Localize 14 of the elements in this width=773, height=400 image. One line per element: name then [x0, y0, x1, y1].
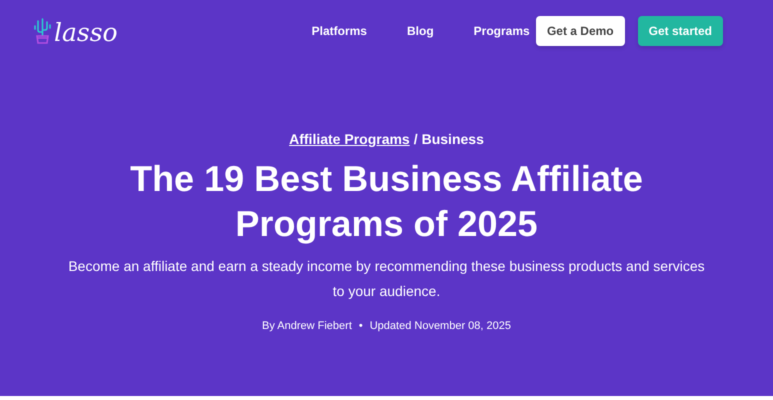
breadcrumb-separator: / [414, 131, 418, 147]
cactus-icon [33, 17, 52, 45]
breadcrumb-link[interactable]: Affiliate Programs [289, 131, 410, 147]
author: By Andrew Fiebert [262, 320, 352, 332]
nav-link[interactable]: Programs [474, 24, 530, 38]
breadcrumb-current: Business [422, 131, 484, 147]
updated-date: Updated November 08, 2025 [370, 320, 511, 332]
demo-button[interactable]: Get a Demo [536, 16, 625, 46]
nav-link[interactable]: Platforms [312, 24, 367, 38]
bullet: • [358, 320, 363, 332]
logo[interactable]: lasso [54, 20, 118, 45]
page-title: The 19 Best Business Affiliate Programs of 2025 [129, 157, 644, 246]
nav-link[interactable]: Blog [406, 24, 434, 38]
subtitle: Become an affiliate and earn a steady income by recommending these business products and services to your audience. [67, 257, 706, 301]
